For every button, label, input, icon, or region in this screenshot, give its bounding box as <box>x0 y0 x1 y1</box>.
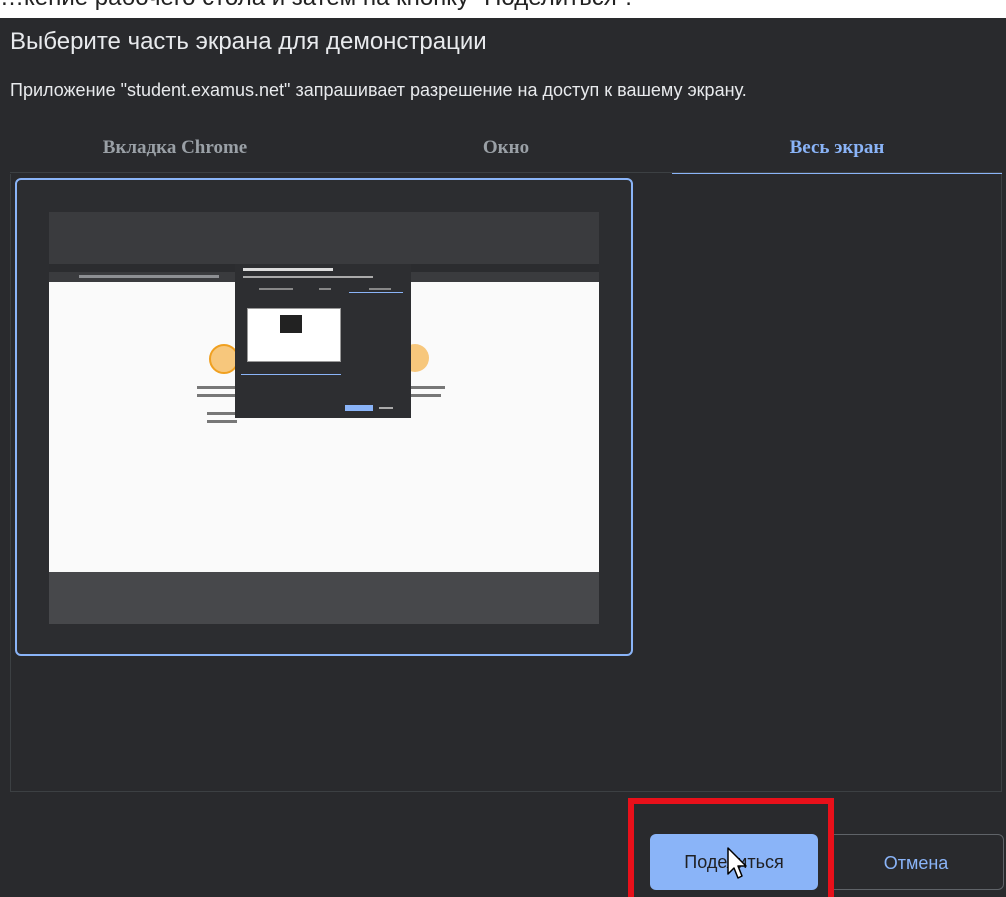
screen-thumbnail <box>49 212 599 624</box>
tabs-divider <box>10 172 1002 173</box>
thumbnail-text-line <box>197 394 237 397</box>
thumbnail-browser-window <box>49 264 599 572</box>
tab-entire-screen[interactable]: Весь экран <box>672 126 1002 175</box>
thumbnail-taskbar <box>49 572 599 624</box>
screen-source-tile[interactable] <box>15 178 633 656</box>
dialog-subtitle: Приложение "student.examus.net" запрашив… <box>10 80 747 100</box>
cancel-button[interactable]: Отмена <box>828 834 1004 890</box>
dialog-title: Выберите часть экрана для демонстрации <box>10 28 487 55</box>
screen-share-dialog: Выберите часть экрана для демонстрации П… <box>0 18 1006 897</box>
thumbnail-share-dialog <box>235 264 411 418</box>
thumbnail-text-line <box>207 420 237 423</box>
thumbnail-text-line <box>207 412 237 415</box>
thumbnail-dialog-tab <box>319 288 331 290</box>
source-list <box>10 174 1002 792</box>
thumbnail-dialog-cancel-button <box>379 407 393 409</box>
thumbnail-dialog-tab-indicator <box>349 292 403 293</box>
dialog-footer: Поделиться Отмена <box>0 792 1006 897</box>
tab-chrome-tab[interactable]: Вкладка Chrome <box>10 126 340 172</box>
thumbnail-dialog-tab <box>259 288 293 290</box>
share-button[interactable]: Поделиться <box>650 834 818 890</box>
instruction-caption: …кение рабочего стола и затем на кнопку … <box>0 0 632 12</box>
thumbnail-dialog-share-button <box>345 405 373 411</box>
thumbnail-dialog-divider <box>241 374 341 375</box>
thumbnail-text-line <box>405 386 445 389</box>
thumbnail-dialog-preview <box>247 308 341 362</box>
thumbnail-dialog-tab <box>369 288 391 290</box>
thumbnail-dialog-subtitle <box>243 276 373 278</box>
source-tabs: Вкладка Chrome Окно Весь экран <box>10 126 1002 175</box>
thumbnail-dialog-title <box>243 268 333 271</box>
instruction-caption-strip: …кение рабочего стола и затем на кнопку … <box>0 0 1006 18</box>
tab-window[interactable]: Окно <box>340 126 672 172</box>
